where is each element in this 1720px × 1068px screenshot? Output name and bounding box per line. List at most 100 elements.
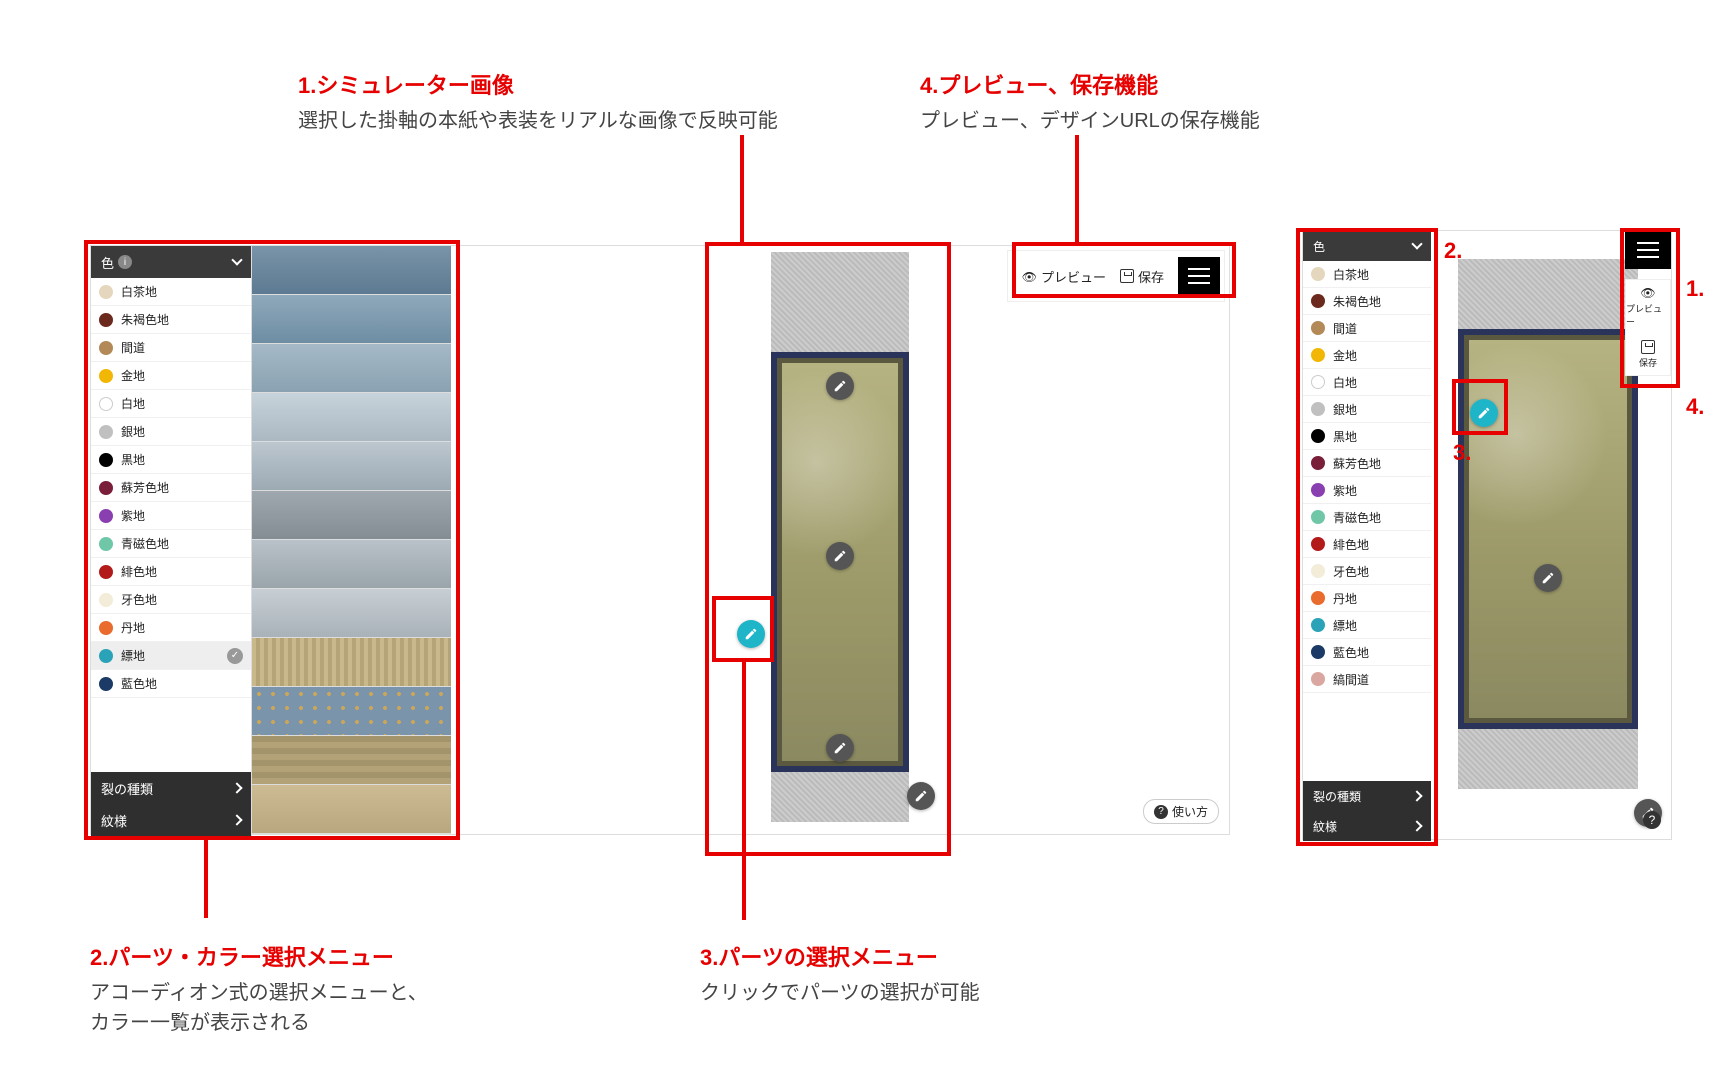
- color-swatch: [99, 481, 113, 495]
- chevron-right-icon: [1411, 790, 1422, 801]
- accordion-color-label: 色: [101, 253, 114, 272]
- edit-pin-roller[interactable]: [907, 782, 935, 810]
- simulator-panel-large: 色 i 白茶地朱褐色地間道金地白地銀地黒地蘇芳色地紫地青磁色地緋色地牙色地丹地縹…: [90, 245, 1230, 835]
- kakejiku-mounting: [1458, 329, 1638, 729]
- accordion-pattern-header-small[interactable]: 紋様: [1303, 811, 1431, 841]
- color-item[interactable]: 藍色地: [1303, 639, 1431, 666]
- color-label: 白茶地: [121, 283, 157, 300]
- color-item[interactable]: 白地: [91, 390, 251, 418]
- color-item[interactable]: 紫地: [91, 502, 251, 530]
- swatch-cell[interactable]: [252, 491, 451, 540]
- chevron-right-icon: [231, 782, 242, 793]
- color-label: 金地: [121, 367, 145, 384]
- swatch-cell[interactable]: [252, 540, 451, 589]
- save-button-small[interactable]: 保存: [1639, 334, 1657, 375]
- leader-line-4: [1075, 135, 1079, 243]
- hamburger-menu[interactable]: [1178, 257, 1220, 295]
- color-label: 銀地: [121, 423, 145, 440]
- color-swatch: [1311, 537, 1325, 551]
- edit-pin-top[interactable]: [826, 372, 854, 400]
- color-item[interactable]: 緋色地: [91, 558, 251, 586]
- color-item[interactable]: 白茶地: [91, 278, 251, 306]
- edit-pin-middle[interactable]: [826, 542, 854, 570]
- color-item[interactable]: 縹地: [91, 642, 251, 670]
- swatch-cell[interactable]: [252, 736, 451, 785]
- color-label: 縞間道: [1333, 671, 1369, 688]
- color-label: 蘇芳色地: [1333, 455, 1381, 472]
- color-item[interactable]: 間道: [1303, 315, 1431, 342]
- color-item[interactable]: 縹地: [1303, 612, 1431, 639]
- color-item[interactable]: 縞間道: [1303, 666, 1431, 693]
- color-item[interactable]: 朱褐色地: [91, 306, 251, 334]
- annotation-1: 1.シミュレーター画像 選択した掛軸の本紙や表装をリアルな画像で反映可能: [298, 68, 778, 136]
- save-icon: [1120, 269, 1134, 283]
- question-icon: ?: [1154, 805, 1168, 819]
- swatch-cell[interactable]: [252, 295, 451, 344]
- edit-pin-active-small[interactable]: [1470, 399, 1498, 427]
- help-button-small[interactable]: ?: [1643, 811, 1661, 829]
- color-item[interactable]: 銀地: [1303, 396, 1431, 423]
- small-toolbar: プレビュー 保存: [1625, 279, 1671, 376]
- accordion-color-header[interactable]: 色 i: [91, 246, 251, 278]
- color-label: 銀地: [1333, 401, 1357, 418]
- color-item[interactable]: 金地: [1303, 342, 1431, 369]
- color-item[interactable]: 牙色地: [91, 586, 251, 614]
- color-item[interactable]: 白地: [1303, 369, 1431, 396]
- color-swatch: [99, 425, 113, 439]
- color-item[interactable]: 朱褐色地: [1303, 288, 1431, 315]
- color-swatch: [99, 285, 113, 299]
- swatch-cell[interactable]: [252, 785, 451, 834]
- color-label: 青磁色地: [1333, 509, 1381, 526]
- preview-button-small[interactable]: プレビュー: [1626, 280, 1670, 334]
- color-item[interactable]: 黒地: [91, 446, 251, 474]
- color-item[interactable]: 青磁色地: [91, 530, 251, 558]
- color-item[interactable]: 間道: [91, 334, 251, 362]
- hamburger-menu-small[interactable]: [1625, 231, 1671, 269]
- color-item[interactable]: 藍色地: [91, 670, 251, 698]
- swatch-cell[interactable]: [252, 442, 451, 491]
- accordion-type-header[interactable]: 裂の種類: [91, 772, 251, 804]
- accordion-pattern-header[interactable]: 紋様: [91, 804, 251, 836]
- color-swatch: [1311, 591, 1325, 605]
- small-anno-2: 2.: [1444, 238, 1462, 264]
- color-item[interactable]: 蘇芳色地: [1303, 450, 1431, 477]
- color-item[interactable]: 牙色地: [1303, 558, 1431, 585]
- color-label: 牙色地: [1333, 563, 1369, 580]
- color-label: 丹地: [121, 619, 145, 636]
- color-item[interactable]: 丹地: [91, 614, 251, 642]
- color-item[interactable]: 丹地: [1303, 585, 1431, 612]
- preview-button[interactable]: プレビュー: [1022, 267, 1106, 286]
- color-item[interactable]: 紫地: [1303, 477, 1431, 504]
- color-item[interactable]: 金地: [91, 362, 251, 390]
- help-button[interactable]: ? 使い方: [1143, 799, 1219, 824]
- color-swatch: [99, 341, 113, 355]
- annotation-4: 4.プレビュー、保存機能 プレビュー、デザインURLの保存機能: [920, 68, 1260, 136]
- color-item[interactable]: 黒地: [1303, 423, 1431, 450]
- color-item[interactable]: 青磁色地: [1303, 504, 1431, 531]
- edit-pin-bottom[interactable]: [826, 734, 854, 762]
- save-button[interactable]: 保存: [1120, 267, 1164, 286]
- swatch-cell[interactable]: [252, 393, 451, 442]
- color-item[interactable]: 緋色地: [1303, 531, 1431, 558]
- color-swatch: [1311, 348, 1325, 362]
- accordion-color-header-small[interactable]: 色: [1303, 231, 1431, 261]
- leader-line-2: [204, 840, 208, 918]
- color-item[interactable]: 蘇芳色地: [91, 474, 251, 502]
- edit-pin-mid-small[interactable]: [1534, 564, 1562, 592]
- color-sidebar: 色 i 白茶地朱褐色地間道金地白地銀地黒地蘇芳色地紫地青磁色地緋色地牙色地丹地縹…: [91, 246, 251, 836]
- edit-pin-left-active[interactable]: [737, 620, 765, 648]
- swatch-cell[interactable]: [252, 638, 451, 687]
- color-item[interactable]: 白茶地: [1303, 261, 1431, 288]
- color-label: 藍色地: [121, 675, 157, 692]
- color-item[interactable]: 銀地: [91, 418, 251, 446]
- swatch-cell[interactable]: [252, 246, 451, 295]
- swatch-cell[interactable]: [252, 687, 451, 736]
- accordion-color-label-small: 色: [1313, 238, 1325, 255]
- swatch-cell[interactable]: [252, 589, 451, 638]
- color-swatch: [99, 369, 113, 383]
- color-swatch: [1311, 402, 1325, 416]
- color-label: 白地: [1333, 374, 1357, 391]
- check-icon: [227, 648, 243, 664]
- swatch-cell[interactable]: [252, 344, 451, 393]
- accordion-type-header-small[interactable]: 裂の種類: [1303, 781, 1431, 811]
